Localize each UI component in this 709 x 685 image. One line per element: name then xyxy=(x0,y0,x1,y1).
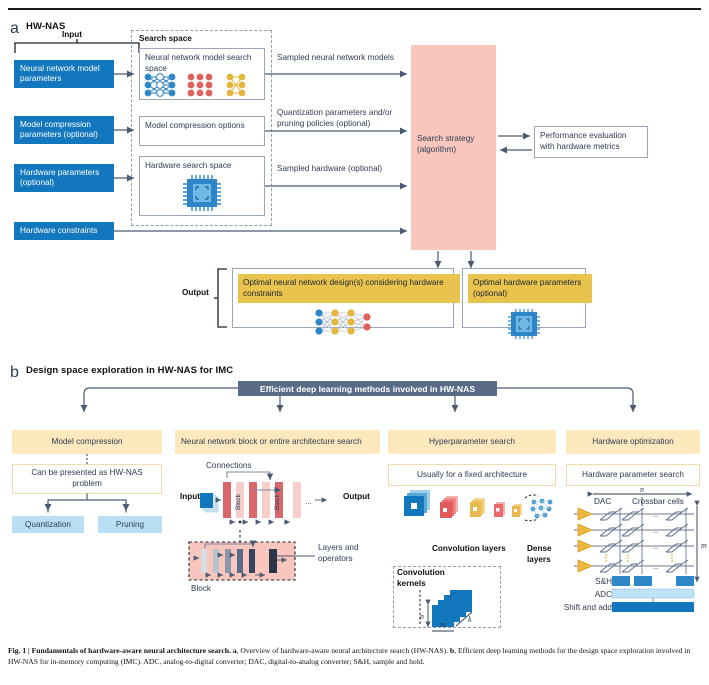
svg-text:...: ... xyxy=(653,528,659,535)
architecture-diagram: Block Block ... xyxy=(200,471,327,525)
col-hyperparameter-head: Hyperparameter search xyxy=(388,430,556,454)
svg-text:...: ... xyxy=(653,564,659,571)
crossbar-diagram: n m ... ... ... ... xyxy=(574,485,707,612)
col-hardware-opt-head: Hardware optimization xyxy=(566,430,700,454)
svg-text:m: m xyxy=(701,541,707,550)
svg-text:m: m xyxy=(440,620,446,629)
svg-text:Block: Block xyxy=(235,493,242,510)
svg-text:k: k xyxy=(468,615,472,624)
convolution-layers-label: Convolution layers xyxy=(432,544,506,553)
layers-operators-label: Layers and operators xyxy=(318,543,359,563)
svg-text:...: ... xyxy=(653,512,659,519)
caption-a-text: , Overview of hardware-aware neural arch… xyxy=(236,646,449,655)
col-hyperparameter-sub: Usually for a fixed architecture xyxy=(388,464,556,486)
svg-text:n: n xyxy=(640,485,644,494)
svg-text:Block: Block xyxy=(274,493,281,510)
kernel-cubes-icon: n m k xyxy=(419,590,473,632)
caption-title: Fundamentals of hardware-aware neural ar… xyxy=(31,646,231,655)
col-nn-block-head: Neural network block or entire architect… xyxy=(175,430,380,454)
detail-block-label: Block xyxy=(191,584,212,593)
convnet-diagram xyxy=(404,490,553,522)
figure-root: a HW-NAS Input Neural network model para… xyxy=(0,0,709,685)
svg-text:...: ... xyxy=(653,544,659,551)
svg-text:n: n xyxy=(420,612,424,621)
col-hardware-opt-sub: Hardware parameter search xyxy=(566,464,700,486)
svg-text:...: ... xyxy=(305,497,312,506)
dense-layers-label: Dense layers xyxy=(527,544,552,564)
figure-caption: Fig. 1 | Fundamentals of hardware-aware … xyxy=(8,646,701,668)
caption-fig-no: Fig. 1 | xyxy=(8,646,32,655)
